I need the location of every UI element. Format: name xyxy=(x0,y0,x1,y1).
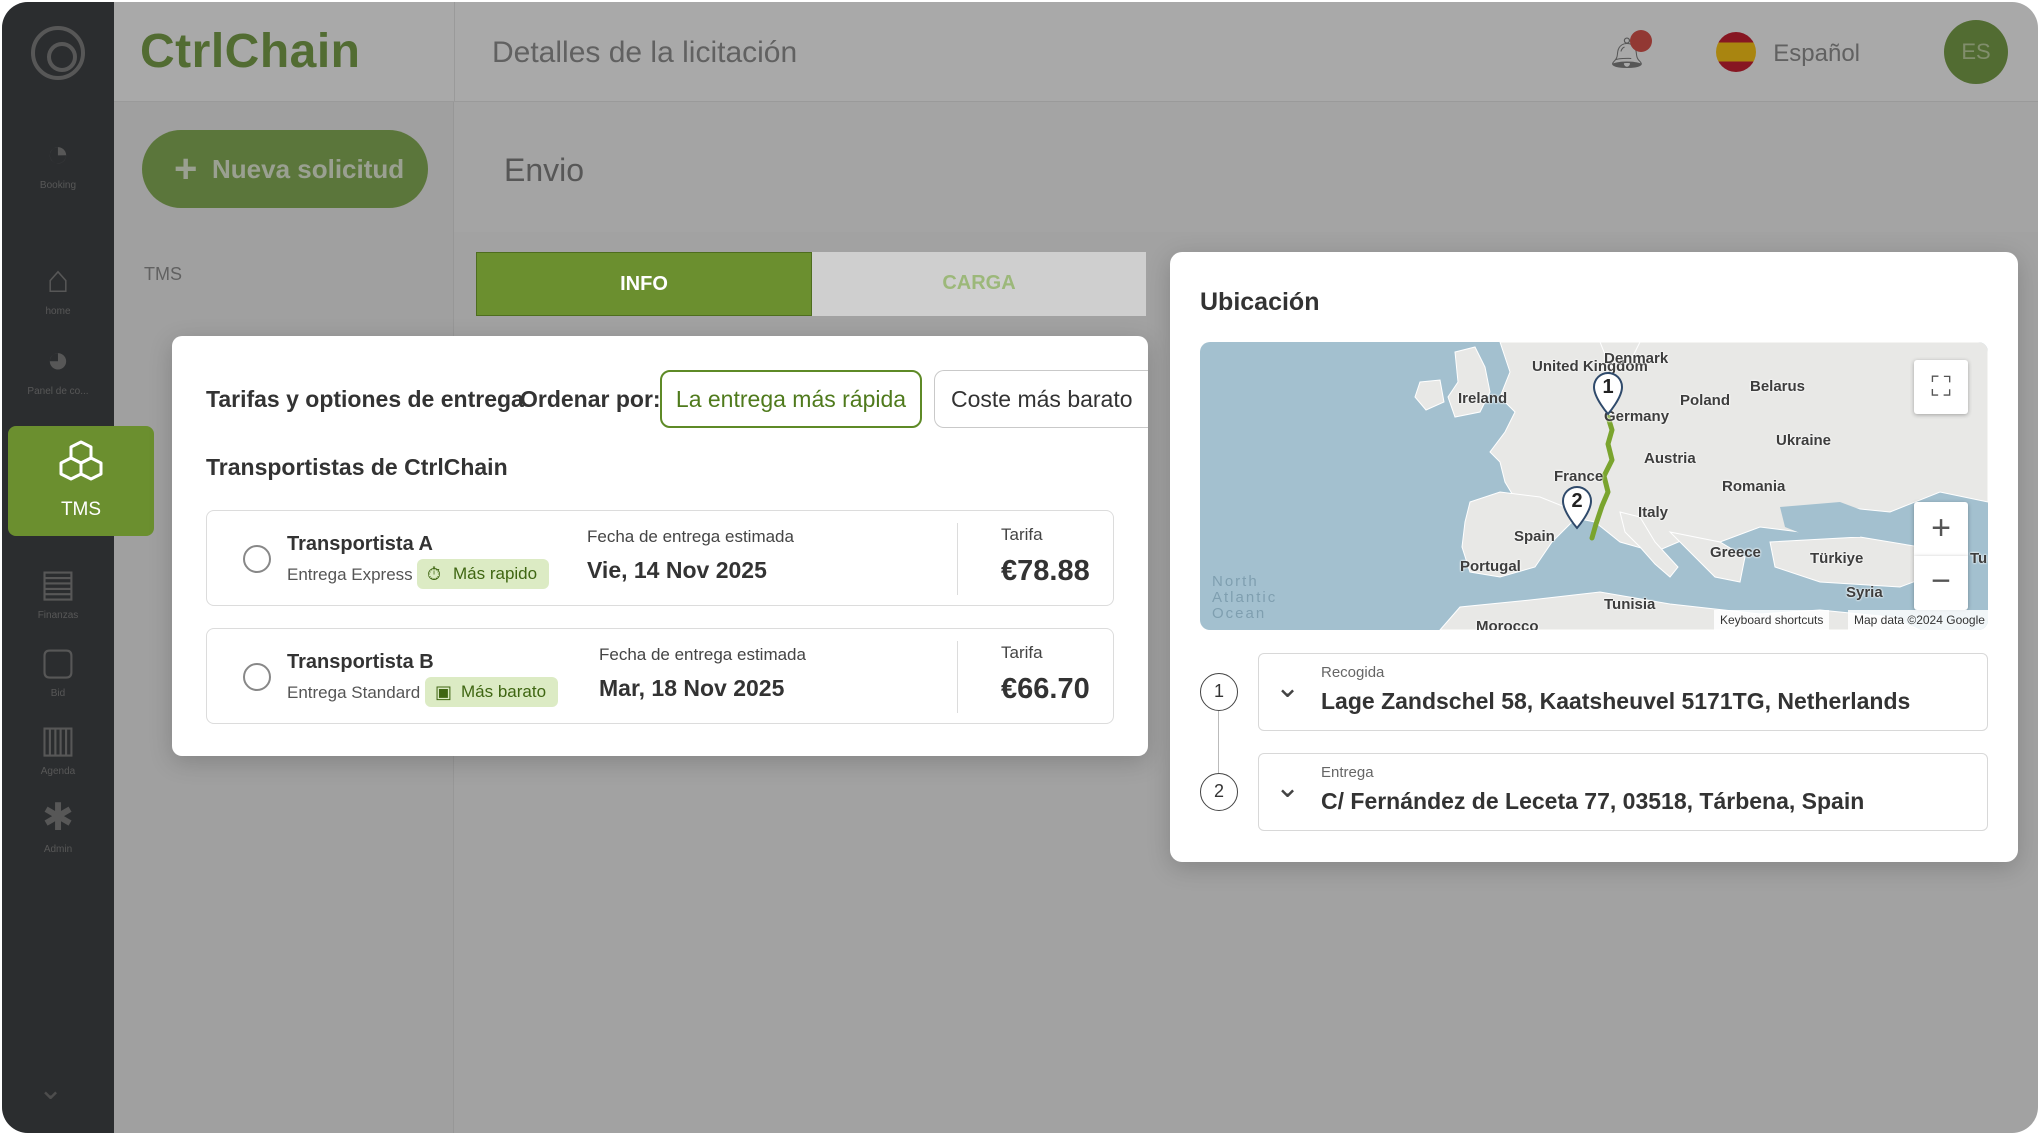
map-attribution: Map data ©2024 Google xyxy=(1848,610,1988,630)
sidebar-item-tms[interactable]: TMS xyxy=(8,426,154,536)
map-label: Romania xyxy=(1722,478,1786,495)
sort-cheapest-button[interactable]: Coste más barato xyxy=(934,370,1148,428)
sort-label: Ordenar por: xyxy=(520,386,661,412)
map-label: Portugal xyxy=(1460,558,1521,575)
carriers-title: Transportistas de CtrlChain xyxy=(206,454,508,480)
map-label: Tu xyxy=(1970,550,1988,567)
map-label: Poland xyxy=(1680,392,1731,409)
location-card: Ubicación United Kingdom Ireland Denmark… xyxy=(1170,252,2018,862)
tms-cubes-icon xyxy=(59,440,103,481)
carrier-service: Entrega Express xyxy=(287,565,413,584)
carrier-offer-a[interactable]: Transportista A Entrega Express ⏱ Más ra… xyxy=(206,510,1114,606)
route-map[interactable]: United Kingdom Ireland Denmark Poland Be… xyxy=(1200,342,1988,630)
map-label: Greece xyxy=(1710,544,1761,561)
offer-divider xyxy=(957,641,958,713)
tab-carga[interactable]: CARGA xyxy=(812,252,1146,316)
tab-info[interactable]: INFO xyxy=(476,252,812,316)
map-label: Belarus xyxy=(1750,378,1806,395)
map-label: Türkiye xyxy=(1810,550,1864,567)
stop-number: 1 xyxy=(1200,673,1238,711)
map-label: Austria xyxy=(1644,450,1696,467)
pickup-stop[interactable]: ⌄ Recogida Lage Zandschel 58, Kaatsheuve… xyxy=(1258,653,1988,731)
delivery-date: Vie, 14 Nov 2025 xyxy=(587,557,767,583)
rates-title: Tarifas y optiones de entrega xyxy=(206,386,524,412)
carrier-name: Transportista A xyxy=(287,533,433,555)
map-label: Ireland xyxy=(1458,390,1508,407)
delivery-date-label: Fecha de entrega estimada xyxy=(587,527,794,546)
pickup-marker-label: 1 xyxy=(1602,376,1614,398)
app-window: ◔ Booking ⌂ home ◕ Panel de co... TMS ▤ … xyxy=(2,2,2038,1133)
map-label: Italy xyxy=(1638,504,1669,521)
price-label: Tarifa xyxy=(1001,525,1043,544)
offer-radio[interactable] xyxy=(243,663,271,691)
chevron-down-icon[interactable]: ⌄ xyxy=(1275,770,1300,805)
map-label: Spain xyxy=(1514,528,1555,545)
carrier-offer-b[interactable]: Transportista B Entrega Standard ▣ Más b… xyxy=(206,628,1114,724)
stop-number: 2 xyxy=(1200,773,1238,811)
map-label: Denmark xyxy=(1604,350,1669,367)
offer-divider xyxy=(957,523,958,595)
chevron-down-icon[interactable]: ⌄ xyxy=(1275,670,1300,705)
map-label: France xyxy=(1554,468,1604,485)
map-ocean-label: North Atlantic Ocean xyxy=(1212,573,1278,622)
stop-label: Recogida xyxy=(1321,664,1385,681)
rates-card: Tarifas y optiones de entrega Ordenar po… xyxy=(172,336,1148,756)
delivery-stop[interactable]: ⌄ Entrega C/ Fernández de Leceta 77, 035… xyxy=(1258,753,1988,831)
fastest-badge: ⏱ Más rapido xyxy=(417,559,550,589)
banknote-icon: ▣ xyxy=(435,682,453,702)
badge-label: Más rapido xyxy=(453,564,538,583)
stop-address: Lage Zandschel 58, Kaatsheuvel 5171TG, N… xyxy=(1321,688,1911,714)
location-title: Ubicación xyxy=(1200,288,1320,316)
carrier-service: Entrega Standard xyxy=(287,683,421,702)
map-label: Tunisia xyxy=(1604,596,1656,613)
stop-label: Entrega xyxy=(1321,764,1374,781)
carrier-name: Transportista B xyxy=(287,651,434,673)
zoom-in-button[interactable]: + xyxy=(1914,502,1968,556)
delivery-date: Mar, 18 Nov 2025 xyxy=(599,675,785,701)
fullscreen-icon[interactable]: ⛶ xyxy=(1914,360,1968,414)
map-label: Morocco xyxy=(1476,618,1539,630)
map-label: Syria xyxy=(1846,584,1883,601)
price-label: Tarifa xyxy=(1001,643,1043,662)
cheapest-badge: ▣ Más barato xyxy=(425,677,559,707)
price-value: €66.70 xyxy=(1001,673,1090,705)
map-label: Ukraine xyxy=(1776,432,1832,449)
price-value: €78.88 xyxy=(1001,555,1090,587)
stopwatch-icon: ⏱ xyxy=(427,564,442,584)
badge-label: Más barato xyxy=(461,682,547,701)
detail-tabs: INFO CARGA xyxy=(476,252,1146,316)
delivery-marker-label: 2 xyxy=(1571,490,1583,512)
sort-fastest-button[interactable]: La entrega más rápida xyxy=(660,370,922,428)
zoom-out-button[interactable]: − xyxy=(1914,556,1968,610)
delivery-date-label: Fecha de entrega estimada xyxy=(599,645,806,664)
stop-address: C/ Fernández de Leceta 77, 03518, Tárben… xyxy=(1321,788,1865,814)
sidebar-item-tms-label: TMS xyxy=(60,499,102,520)
offer-radio[interactable] xyxy=(243,545,271,573)
keyboard-shortcuts-link[interactable]: Keyboard shortcuts xyxy=(1714,610,1830,630)
